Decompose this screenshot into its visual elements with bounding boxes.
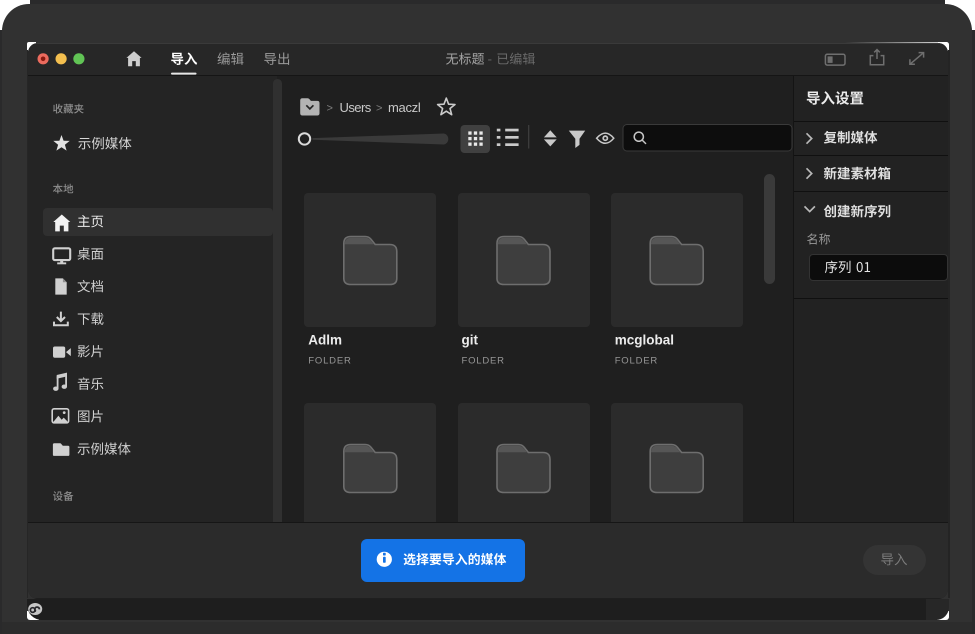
svg-text:FOLDER: FOLDER <box>462 356 505 367</box>
svg-text:git: git <box>462 333 479 348</box>
svg-text:mcglobal: mcglobal <box>615 333 674 348</box>
svg-text:maczl: maczl <box>388 100 421 115</box>
svg-text:Adlm: Adlm <box>308 333 342 348</box>
svg-text:FOLDER: FOLDER <box>308 356 351 367</box>
svg-text:Users: Users <box>340 100 372 115</box>
svg-text:>: > <box>327 102 333 114</box>
svg-text:>: > <box>376 102 382 114</box>
svg-text:FOLDER: FOLDER <box>615 356 658 367</box>
